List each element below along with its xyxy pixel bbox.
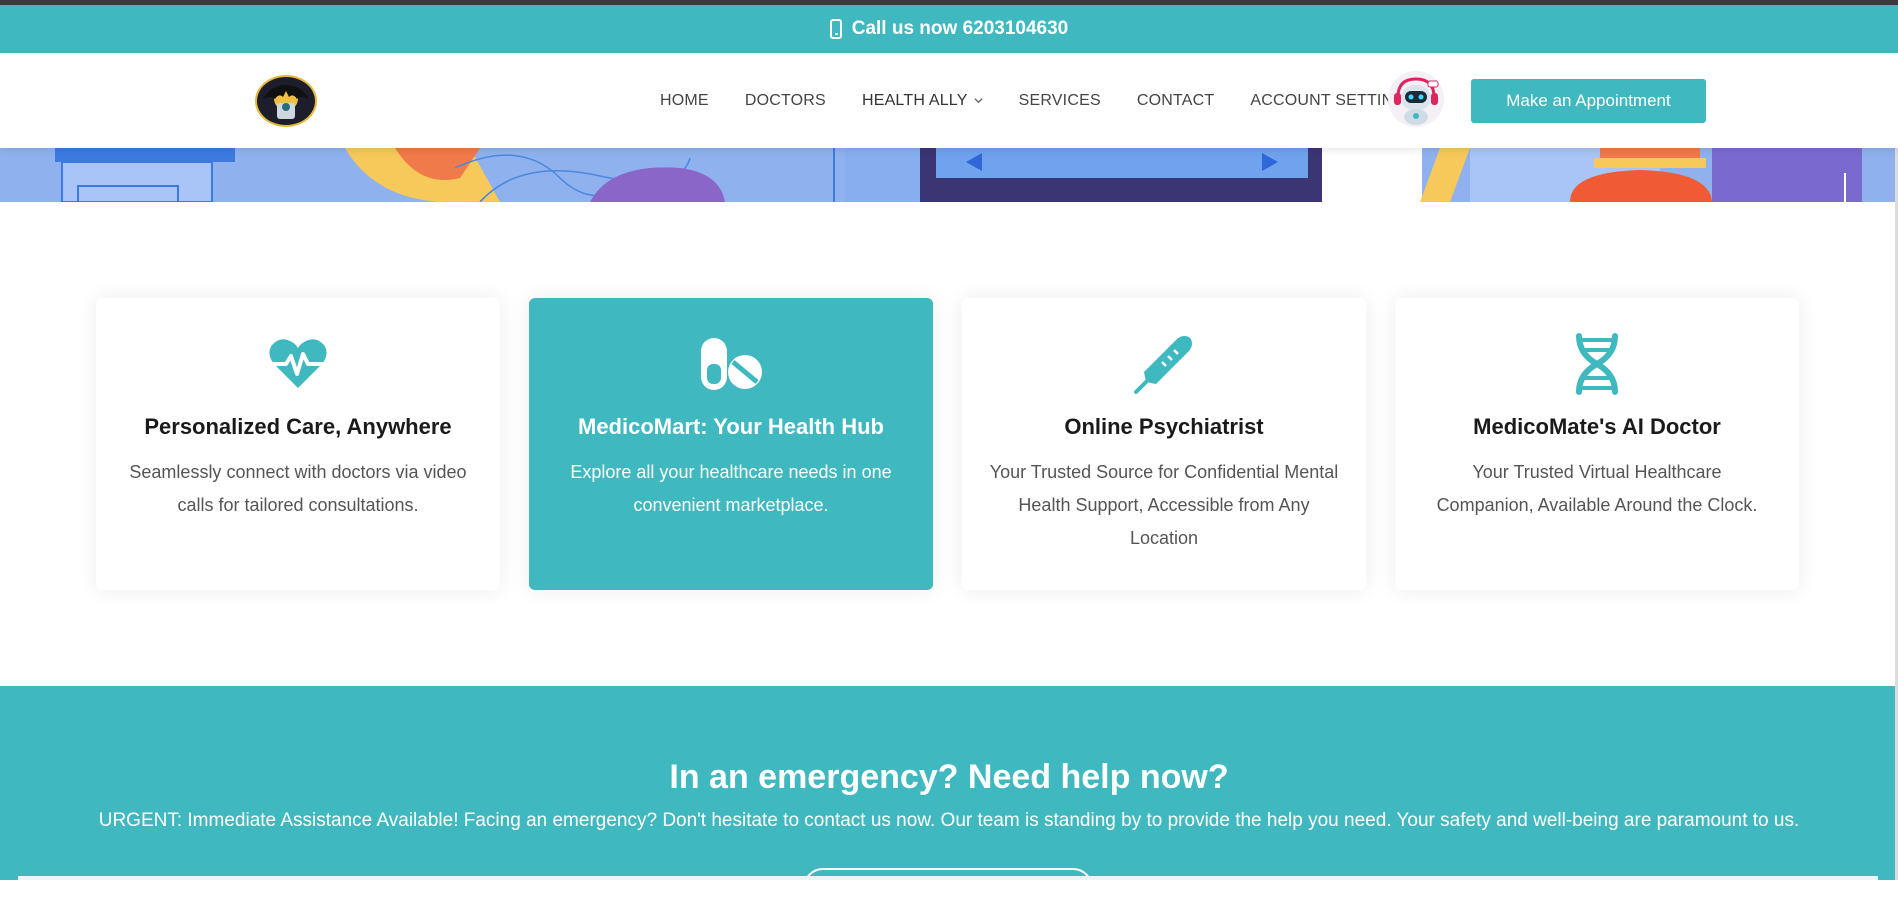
emergency-text: URGENT: Immediate Assistance Available! …: [98, 810, 1800, 831]
service-title: Personalized Care, Anywhere: [144, 414, 452, 439]
service-title: MedicoMate's AI Doctor: [1473, 414, 1721, 439]
call-bar: Call us now 6203104630: [0, 5, 1898, 53]
service-title: Online Psychiatrist: [1064, 414, 1264, 439]
nav-home[interactable]: HOME: [660, 92, 709, 110]
emergency-contact-button[interactable]: [803, 868, 1093, 908]
make-appointment-button[interactable]: Make an Appointment: [1471, 79, 1706, 123]
services-section: Personalized Care, Anywhere Seamlessly c…: [96, 298, 1800, 590]
mobile-phone-icon: [829, 19, 842, 39]
chevron-down-icon: [974, 98, 983, 104]
nav-health-ally-label: HEALTH ALLY: [861, 91, 968, 109]
service-card-online-psychiatrist[interactable]: Online Psychiatrist Your Trusted Source …: [962, 298, 1366, 590]
service-description: Seamlessly connect with doctors via vide…: [129, 462, 467, 515]
main-navbar: HOME DOCTORS HEALTH ALLY SERVICES CONTAC…: [0, 53, 1898, 148]
robot-assistant-icon[interactable]: [1388, 71, 1444, 127]
service-description: Your Trusted Virtual Healthcare Companio…: [1436, 462, 1758, 515]
heartbeat-icon: [269, 339, 327, 388]
emergency-title: In an emergency? Need help now?: [669, 758, 1229, 796]
nav-services[interactable]: SERVICES: [1019, 92, 1101, 110]
call-text[interactable]: Call us now 6203104630: [852, 18, 1069, 40]
primary-nav: HOME DOCTORS HEALTH ALLY SERVICES CONTAC…: [660, 53, 1468, 148]
service-description: Your Trusted Source for Confidential Men…: [989, 462, 1339, 548]
dna-icon: [1576, 333, 1618, 395]
service-description: Explore all your healthcare needs in one…: [570, 462, 892, 515]
service-card-medicomart[interactable]: MedicoMart: Your Health Hub Explore all …: [529, 298, 933, 590]
service-title: MedicoMart: Your Health Hub: [578, 414, 884, 439]
hero-banner-image: [0, 148, 1898, 202]
nav-doctors[interactable]: DOCTORS: [745, 92, 826, 110]
batman-logo-icon[interactable]: [255, 75, 317, 127]
bottom-divider: [18, 876, 1878, 880]
service-card-personalized-care[interactable]: Personalized Care, Anywhere Seamlessly c…: [96, 298, 500, 590]
nav-health-ally[interactable]: HEALTH ALLY: [862, 92, 983, 110]
emergency-section: In an emergency? Need help now? URGENT: …: [0, 686, 1898, 908]
thermometer-icon: [1134, 336, 1192, 394]
pills-icon: [701, 338, 762, 390]
nav-contact[interactable]: CONTACT: [1137, 92, 1215, 110]
service-card-ai-doctor[interactable]: MedicoMate's AI Doctor Your Trusted Virt…: [1395, 298, 1799, 590]
